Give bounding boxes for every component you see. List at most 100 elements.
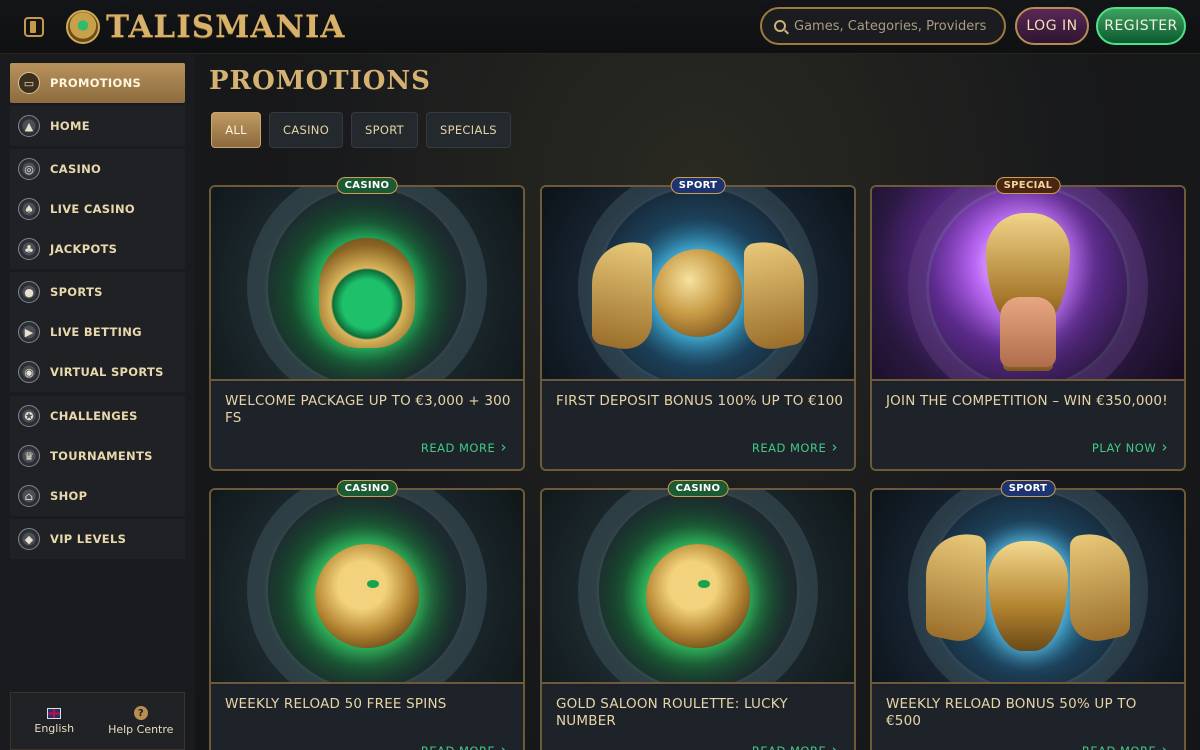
filter-specials[interactable]: SPECIALS xyxy=(426,112,511,148)
sidebar-item-label: PROMOTIONS xyxy=(50,76,142,90)
promo-title: JOIN THE COMPETITION – WIN €350,000! xyxy=(886,393,1168,409)
help-label: Help Centre xyxy=(108,723,174,736)
sidebar-item-label: LIVE CASINO xyxy=(50,202,135,216)
sidebar-item-shop[interactable]: ⌂ SHOP xyxy=(10,476,185,516)
sidebar-item-live-betting[interactable]: ▶ LIVE BETTING xyxy=(10,312,185,352)
promotions-icon: ▭ xyxy=(18,72,40,94)
casino-icon: ◎ xyxy=(18,158,40,180)
promo-title: WELCOME PACKAGE UP TO €3,000 + 300 FS xyxy=(225,393,511,426)
sidebar-item-label: SPORTS xyxy=(50,285,103,299)
filter-sport[interactable]: SPORT xyxy=(351,112,419,148)
uk-flag-icon xyxy=(47,707,62,719)
language-label: English xyxy=(34,721,75,735)
promo-card[interactable]: CASINO WEEKLY RELOAD 50 FREE SPINS READ … xyxy=(209,480,525,750)
promo-card[interactable]: CASINO GOLD SALOON ROULETTE: LUCKY NUMBE… xyxy=(540,480,856,750)
sports-icon: ● xyxy=(18,281,40,303)
category-badge: CASINO xyxy=(667,480,729,497)
sidebar-footer: English ? Help Centre xyxy=(10,692,185,750)
virtual-sports-icon: ◉ xyxy=(18,361,40,383)
promo-card[interactable]: SPORT FIRST DEPOSIT BONUS 100% UP TO €10… xyxy=(540,177,856,471)
winged-cup-artwork xyxy=(926,524,1130,651)
category-badge: CASINO xyxy=(336,480,398,497)
nav-group-casino: ◎ CASINO ♠ LIVE CASINO ♣ JACKPOTS xyxy=(10,149,185,269)
live-casino-icon: ♠ xyxy=(18,198,40,220)
logo[interactable]: TALISMANIA xyxy=(66,8,345,46)
hand-artwork xyxy=(1000,297,1056,367)
falcon-artwork xyxy=(315,543,419,648)
language-selector[interactable]: English xyxy=(11,693,98,749)
sidebar-item-label: TOURNAMENTS xyxy=(50,449,153,463)
help-icon: ? xyxy=(133,706,148,720)
read-more-link[interactable]: READ MORE xyxy=(752,438,838,456)
sidebar-item-jackpots[interactable]: ♣ JACKPOTS xyxy=(10,229,185,269)
promo-card[interactable]: CASINO WELCOME PACKAGE UP TO €3,000 + 30… xyxy=(209,177,525,471)
sidebar-item-label: HOME xyxy=(50,119,90,133)
winged-ball-artwork xyxy=(592,232,804,355)
shop-icon: ⌂ xyxy=(18,485,40,507)
nav-group-home: ▲ HOME xyxy=(10,106,185,146)
search-box[interactable] xyxy=(760,7,1006,45)
nav-group-vip: ◆ VIP LEVELS xyxy=(10,519,185,559)
jackpots-icon: ♣ xyxy=(18,238,40,260)
read-more-link[interactable]: READ MORE xyxy=(752,741,838,750)
scarab-artwork xyxy=(319,237,415,348)
read-more-link[interactable]: READ MORE xyxy=(1082,741,1168,750)
promo-card[interactable]: SPECIAL JOIN THE COMPETITION – WIN €350,… xyxy=(870,177,1186,471)
sidebar-item-tournaments[interactable]: ♛ TOURNAMENTS xyxy=(10,436,185,476)
logo-text: TALISMANIA xyxy=(106,9,346,45)
scarab-logo-icon xyxy=(66,10,100,44)
search-input[interactable] xyxy=(794,18,1004,34)
sidebar-item-label: CASINO xyxy=(50,162,102,176)
live-betting-icon: ▶ xyxy=(18,321,40,343)
home-icon: ▲ xyxy=(18,115,40,137)
filter-all[interactable]: ALL xyxy=(211,112,261,148)
promo-title: WEEKLY RELOAD BONUS 50% UP TO €500 xyxy=(886,696,1137,729)
promo-image xyxy=(542,490,854,684)
sidebar-item-vip-levels[interactable]: ◆ VIP LEVELS xyxy=(10,519,185,559)
top-header: TALISMANIA LOG IN REGISTER xyxy=(0,0,1200,54)
sidebar-item-label: JACKPOTS xyxy=(50,242,118,256)
sidebar-item-label: CHALLENGES xyxy=(50,409,138,423)
challenges-icon: ✪ xyxy=(18,405,40,427)
play-now-link[interactable]: PLAY NOW xyxy=(1092,438,1168,456)
filter-casino[interactable]: CASINO xyxy=(269,112,344,148)
sidebar-item-challenges[interactable]: ✪ CHALLENGES xyxy=(10,396,185,436)
sidebar-item-label: LIVE BETTING xyxy=(50,325,142,339)
promo-title: GOLD SALOON ROULETTE: LUCKY NUMBER xyxy=(556,696,788,729)
category-badge: CASINO xyxy=(336,177,398,194)
filter-tabs: ALL CASINO SPORT SPECIALS xyxy=(211,112,511,148)
sidebar-item-promotions[interactable]: ▭ PROMOTIONS xyxy=(10,63,185,103)
page-title: PROMOTIONS xyxy=(209,66,431,96)
search-icon xyxy=(774,20,786,32)
login-button[interactable]: LOG IN xyxy=(1015,7,1089,45)
sidebar-item-label: VIP LEVELS xyxy=(50,532,127,546)
promo-image xyxy=(542,187,854,381)
menu-toggle-icon[interactable] xyxy=(24,17,44,37)
sidebar-item-home[interactable]: ▲ HOME xyxy=(10,106,185,146)
register-button[interactable]: REGISTER xyxy=(1096,7,1186,45)
sidebar-item-label: VIRTUAL SPORTS xyxy=(50,365,164,379)
read-more-link[interactable]: READ MORE xyxy=(421,741,507,750)
vip-levels-icon: ◆ xyxy=(18,528,40,550)
sidebar-item-live-casino[interactable]: ♠ LIVE CASINO xyxy=(10,189,185,229)
falcon-artwork xyxy=(646,543,750,648)
help-centre-link[interactable]: ? Help Centre xyxy=(98,693,185,749)
sidebar-item-sports[interactable]: ● SPORTS xyxy=(10,272,185,312)
promo-card[interactable]: SPORT WEEKLY RELOAD BONUS 50% UP TO €500… xyxy=(870,480,1186,750)
main-content: PROMOTIONS ALL CASINO SPORT SPECIALS CAS… xyxy=(195,54,1200,750)
sidebar-item-label: SHOP xyxy=(50,489,88,503)
nav-group-promotions: ▭ PROMOTIONS xyxy=(10,63,185,103)
promo-title: WEEKLY RELOAD 50 FREE SPINS xyxy=(225,696,447,712)
nav-group-sports: ● SPORTS ▶ LIVE BETTING ◉ VIRTUAL SPORTS xyxy=(10,272,185,392)
category-badge: SPORT xyxy=(1000,480,1056,497)
promo-image xyxy=(211,187,523,381)
promo-title: FIRST DEPOSIT BONUS 100% UP TO €100 xyxy=(556,393,844,409)
read-more-link[interactable]: READ MORE xyxy=(421,438,507,456)
promo-image xyxy=(211,490,523,684)
nav-group-challenges: ✪ CHALLENGES ♛ TOURNAMENTS ⌂ SHOP xyxy=(10,396,185,516)
sidebar-item-virtual-sports[interactable]: ◉ VIRTUAL SPORTS xyxy=(10,352,185,392)
category-badge: SPECIAL xyxy=(995,177,1061,194)
sidebar: ▭ PROMOTIONS ▲ HOME ◎ CASINO ♠ LIVE CASI… xyxy=(0,54,195,750)
promo-image xyxy=(872,490,1184,684)
sidebar-item-casino[interactable]: ◎ CASINO xyxy=(10,149,185,189)
